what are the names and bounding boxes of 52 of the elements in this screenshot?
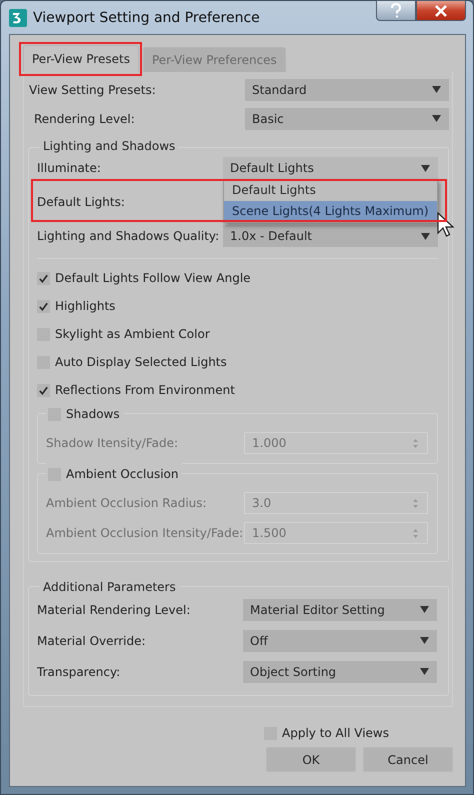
checkbox-label: Apply to All Views: [282, 726, 389, 740]
dropdown[interactable]: Basic: [245, 108, 449, 130]
dropdown-arrow-icon: [420, 606, 429, 613]
group-title: Lighting and Shadows: [40, 139, 178, 153]
field-label: Material Override:: [37, 634, 146, 648]
dropdown-option[interactable]: Default Lights: [224, 180, 437, 201]
checkbox-label: Ambient Occlusion: [66, 467, 178, 481]
window-title: Viewport Setting and Preference: [33, 10, 260, 26]
field-label: Ambient Occlusion Itensity/Fade:: [46, 526, 244, 540]
checkbox[interactable]: [37, 272, 50, 284]
dropdown-arrow-icon: [420, 668, 429, 675]
field-label: Illuminate:: [37, 161, 101, 175]
spinner-arrows-icon: [412, 438, 419, 448]
dropdown[interactable]: 1.0x - Default: [223, 225, 438, 247]
dropdown[interactable]: Off: [243, 630, 437, 652]
dropdown-arrow-icon: [432, 86, 441, 93]
dialog-button[interactable]: OK: [266, 747, 356, 772]
checkbox-label: Reflections From Environment: [55, 383, 235, 397]
close-icon: [434, 4, 448, 16]
spinner-arrows-icon: [412, 528, 419, 538]
field-label: Default Lights:: [37, 195, 125, 209]
checkbox-label: Skylight as Ambient Color: [55, 327, 210, 341]
app-icon: [9, 8, 27, 26]
field-label: Transparency:: [37, 664, 120, 678]
close-button[interactable]: [416, 0, 466, 21]
dropdown[interactable]: Standard: [245, 78, 449, 100]
help-button[interactable]: [376, 0, 416, 21]
dropdown-arrow-icon: [432, 115, 441, 122]
dropdown[interactable]: Default Lights: [223, 157, 438, 179]
group-title: Additional Parameters: [40, 580, 179, 594]
dropdown[interactable]: Material Editor Setting: [243, 598, 437, 620]
dropdown-arrow-icon: [421, 232, 430, 240]
dropdown[interactable]: Object Sorting: [243, 660, 437, 682]
field-label: Lighting and Shadows Quality:: [37, 229, 220, 243]
checkbox[interactable]: [37, 300, 50, 312]
dropdown-option[interactable]: Scene Lights(4 Lights Maximum): [224, 201, 437, 222]
checkbox-label: Shadows: [66, 407, 120, 421]
field-label: View Setting Presets:: [29, 82, 156, 96]
checkbox[interactable]: [37, 384, 50, 396]
field-label: Shadow Itensity/Fade:: [46, 436, 178, 450]
help-icon: [390, 2, 402, 18]
spinner-arrows-icon: [412, 498, 419, 508]
checkbox-label: Auto Display Selected Lights: [55, 355, 227, 369]
dropdown-arrow-icon: [421, 164, 430, 172]
checkbox-label: Default Lights Follow View Angle: [55, 271, 251, 285]
field-label: Rendering Level:: [34, 112, 135, 126]
field-label: Ambient Occlusion Radius:: [46, 496, 207, 510]
field-label: Material Rendering Level:: [37, 602, 190, 616]
dropdown-arrow-icon: [420, 637, 429, 644]
checkbox-label: Highlights: [55, 299, 116, 313]
mouse-cursor-icon: [437, 212, 454, 237]
dialog-button[interactable]: Cancel: [363, 747, 453, 772]
